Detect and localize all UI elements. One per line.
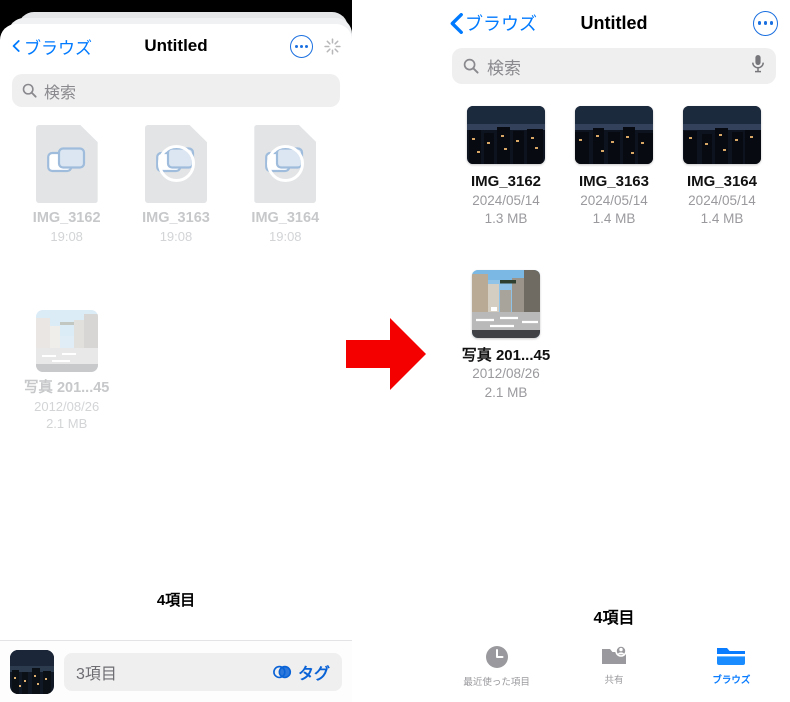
microphone-button[interactable] <box>751 54 765 78</box>
search-icon <box>463 58 479 74</box>
right-navbar: ブラウズ Untitled <box>438 0 790 46</box>
file-item[interactable]: IMG_3163 19:08 <box>121 125 230 246</box>
back-button-label: ブラウズ <box>24 38 92 58</box>
tab-shared[interactable]: 共有 <box>555 644 672 688</box>
clock-icon <box>485 646 508 668</box>
tab-browse[interactable]: ブラウズ <box>673 644 790 688</box>
tab-recents-label: 最近使った項目 <box>463 677 530 688</box>
file-meta-1: 2024/05/14 <box>580 192 648 208</box>
file-item[interactable]: IMG_3164 19:08 <box>231 125 340 246</box>
item-count-label: 4項目 <box>156 592 196 609</box>
right-file-browser: ブラウズ Untitled 検索 IMG_3162 2024/05/14 1.3… <box>438 0 790 702</box>
photo-thumbnail <box>574 106 653 164</box>
tag-button-label: タグ <box>297 665 330 683</box>
left-file-browser: ブラウズ Untitled 検索 IMG_3162 19:08 IMG_3163… <box>0 24 352 702</box>
file-name: IMG_3163 <box>578 173 649 190</box>
search-input[interactable]: 検索 <box>12 74 340 107</box>
search-placeholder: 検索 <box>44 84 77 102</box>
left-nav-actions <box>290 34 342 58</box>
drag-items-label: 3項目 <box>76 665 117 683</box>
chevron-left-icon <box>12 40 20 52</box>
file-item[interactable]: IMG_3162 19:08 <box>12 125 121 246</box>
file-item[interactable]: IMG_3162 2024/05/14 1.3 MB <box>452 106 560 228</box>
progress-ring-icon <box>267 145 305 182</box>
back-button[interactable]: ブラウズ <box>10 34 92 59</box>
night-city-thumbnail-image <box>682 106 761 164</box>
file-meta-2: 1.3 MB <box>484 210 528 226</box>
file-meta-1: 19:08 <box>159 229 193 245</box>
microphone-icon <box>752 55 764 73</box>
night-city-thumbnail-image <box>10 649 54 694</box>
file-name: IMG_3164 <box>251 210 320 226</box>
file-meta-1: 2024/05/14 <box>688 192 756 208</box>
progress-ring-icon <box>157 145 195 182</box>
street-day-thumbnail-image <box>471 269 540 338</box>
street-day-thumbnail-image <box>35 309 98 372</box>
file-meta-2: 2.1 MB <box>484 384 528 400</box>
file-meta-1: 2012/08/26 <box>472 366 540 382</box>
tag-button[interactable]: タグ <box>273 660 330 684</box>
left-file-grid: IMG_3162 19:08 IMG_3163 19:08 IMG_3164 1… <box>0 107 352 439</box>
file-meta-1: 2024/05/14 <box>472 192 540 208</box>
file-name: IMG_3162 <box>32 210 101 226</box>
file-item[interactable]: IMG_3163 2024/05/14 1.4 MB <box>560 106 668 228</box>
tab-shared-label: 共有 <box>604 675 624 686</box>
file-name: IMG_3164 <box>686 173 757 190</box>
file-item[interactable]: IMG_3164 2024/05/14 1.4 MB <box>668 106 776 228</box>
more-options-button[interactable] <box>753 10 778 36</box>
left-navbar: ブラウズ Untitled <box>0 24 352 68</box>
folder-icon <box>717 648 746 665</box>
file-meta-2: 1.4 MB <box>592 210 636 226</box>
tab-recents[interactable]: 最近使った項目 <box>438 644 555 688</box>
document-copy-icon <box>254 125 317 203</box>
document-copy-icon <box>35 125 98 203</box>
right-file-grid: IMG_3162 2024/05/14 1.3 MB IMG_3163 2024… <box>438 84 790 402</box>
file-meta-1: 19:08 <box>50 229 83 245</box>
search-placeholder: 検索 <box>487 58 521 78</box>
photo-thumbnail <box>471 269 540 338</box>
file-meta-2: 2.1 MB <box>46 416 88 432</box>
shared-folder-icon <box>601 645 627 664</box>
file-name: IMG_3163 <box>142 210 210 226</box>
file-name: IMG_3162 <box>470 173 542 190</box>
screenshot-root: ブラウズ Untitled 検索 IMG_3162 19:08 IMG_3163… <box>0 0 790 702</box>
search-input[interactable]: 検索 <box>452 48 776 84</box>
document-copy-icon <box>144 125 207 203</box>
tab-browse-label: ブラウズ <box>712 675 751 686</box>
file-meta-1: 2012/08/26 <box>34 398 100 414</box>
more-options-button[interactable] <box>290 34 313 58</box>
file-item[interactable]: 写真 201...45 2012/08/26 2.1 MB <box>452 269 560 402</box>
search-icon <box>22 83 37 98</box>
drag-item-field[interactable]: 3項目 タグ <box>64 652 342 691</box>
activity-spinner-icon <box>324 37 341 55</box>
night-city-thumbnail-image <box>574 106 653 164</box>
item-count-label: 4項目 <box>593 610 635 627</box>
photo-thumbnail <box>466 106 545 164</box>
file-name: 写真 201...45 <box>461 346 551 364</box>
tab-bar: 最近使った項目 共有 ブラウズ <box>438 644 790 688</box>
file-item[interactable]: 写真 201...45 2012/08/26 2.1 MB <box>12 309 121 433</box>
tag-circles-icon <box>273 665 292 678</box>
page-title: Untitled <box>580 12 648 33</box>
file-meta-2: 1.4 MB <box>700 210 744 226</box>
copy-glyph-icon <box>46 147 85 173</box>
photo-thumbnail <box>35 309 98 372</box>
photo-thumbnail <box>682 106 761 164</box>
left-phone-screen: ブラウズ Untitled 検索 IMG_3162 19:08 IMG_3163… <box>0 0 352 702</box>
drag-thumbnail <box>10 649 54 694</box>
night-city-thumbnail-image <box>466 106 545 164</box>
drag-drop-tray[interactable]: 3項目 タグ <box>0 640 352 702</box>
red-right-arrow <box>346 318 426 390</box>
file-name: 写真 201...45 <box>23 379 110 396</box>
file-meta-1: 19:08 <box>269 229 302 245</box>
